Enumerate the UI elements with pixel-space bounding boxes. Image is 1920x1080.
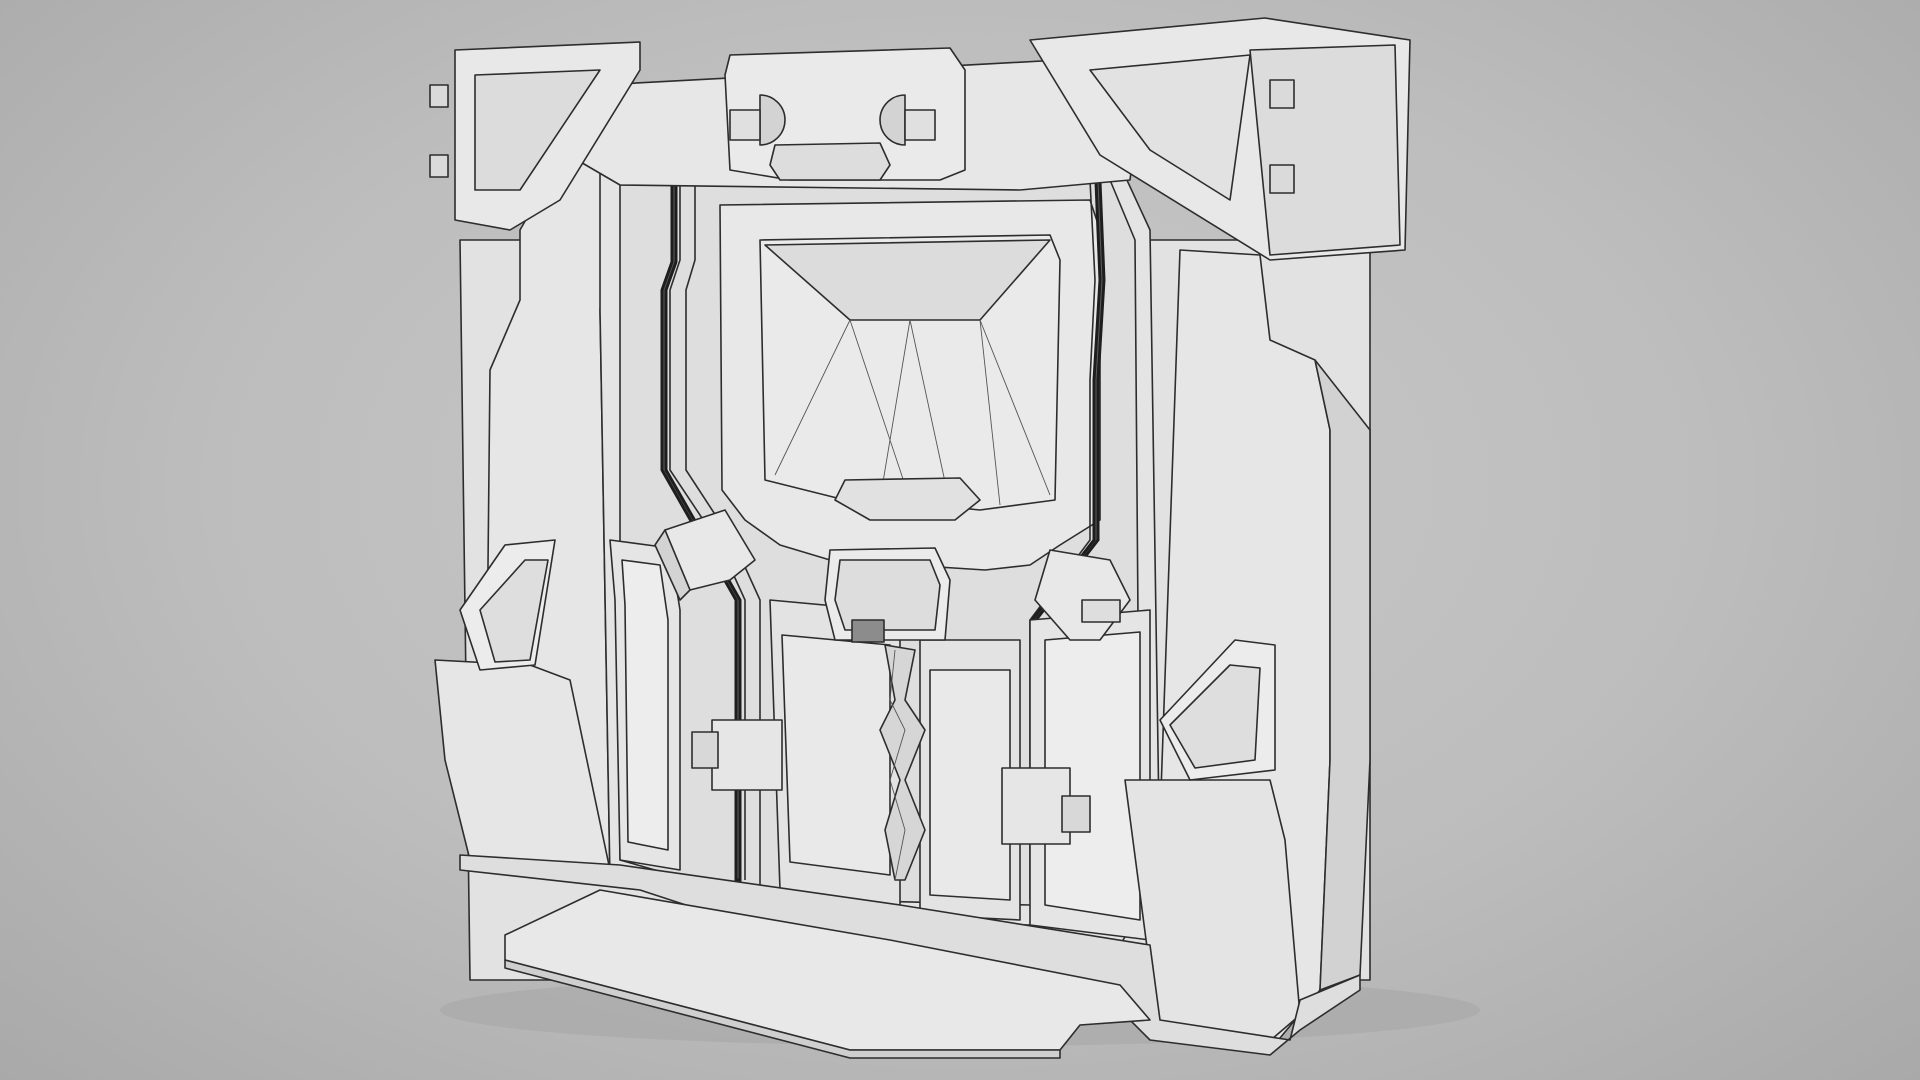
left-door-panel [609, 539, 681, 871]
tl-bracket-1 [429, 84, 449, 108]
door-window [719, 199, 1101, 571]
emblem-left-block [729, 109, 761, 141]
tr-box-front [1249, 44, 1401, 256]
header-plate-lip [769, 142, 891, 181]
clamp-upper-right-tab [1081, 599, 1121, 623]
emblem-right-block [904, 109, 936, 141]
door-model [429, 17, 1480, 1059]
clamp-center-face [834, 559, 941, 631]
right-leaf-inset [929, 669, 1011, 901]
clamp-lower-right-tab [1061, 795, 1091, 833]
clamp-lower-left-tab [691, 731, 719, 769]
tl-bracket-2 [429, 154, 449, 178]
left-panel-inset [621, 559, 669, 851]
render-viewport [0, 0, 1920, 1080]
tr-bracket-1 [1269, 79, 1295, 109]
tr-bracket-2 [1269, 164, 1295, 194]
left-leaf-inset [781, 634, 891, 876]
clamp-lower-left [711, 719, 783, 791]
clamp-lower-right [1001, 767, 1071, 845]
door-leaves [769, 599, 1021, 921]
keypad [851, 619, 885, 643]
